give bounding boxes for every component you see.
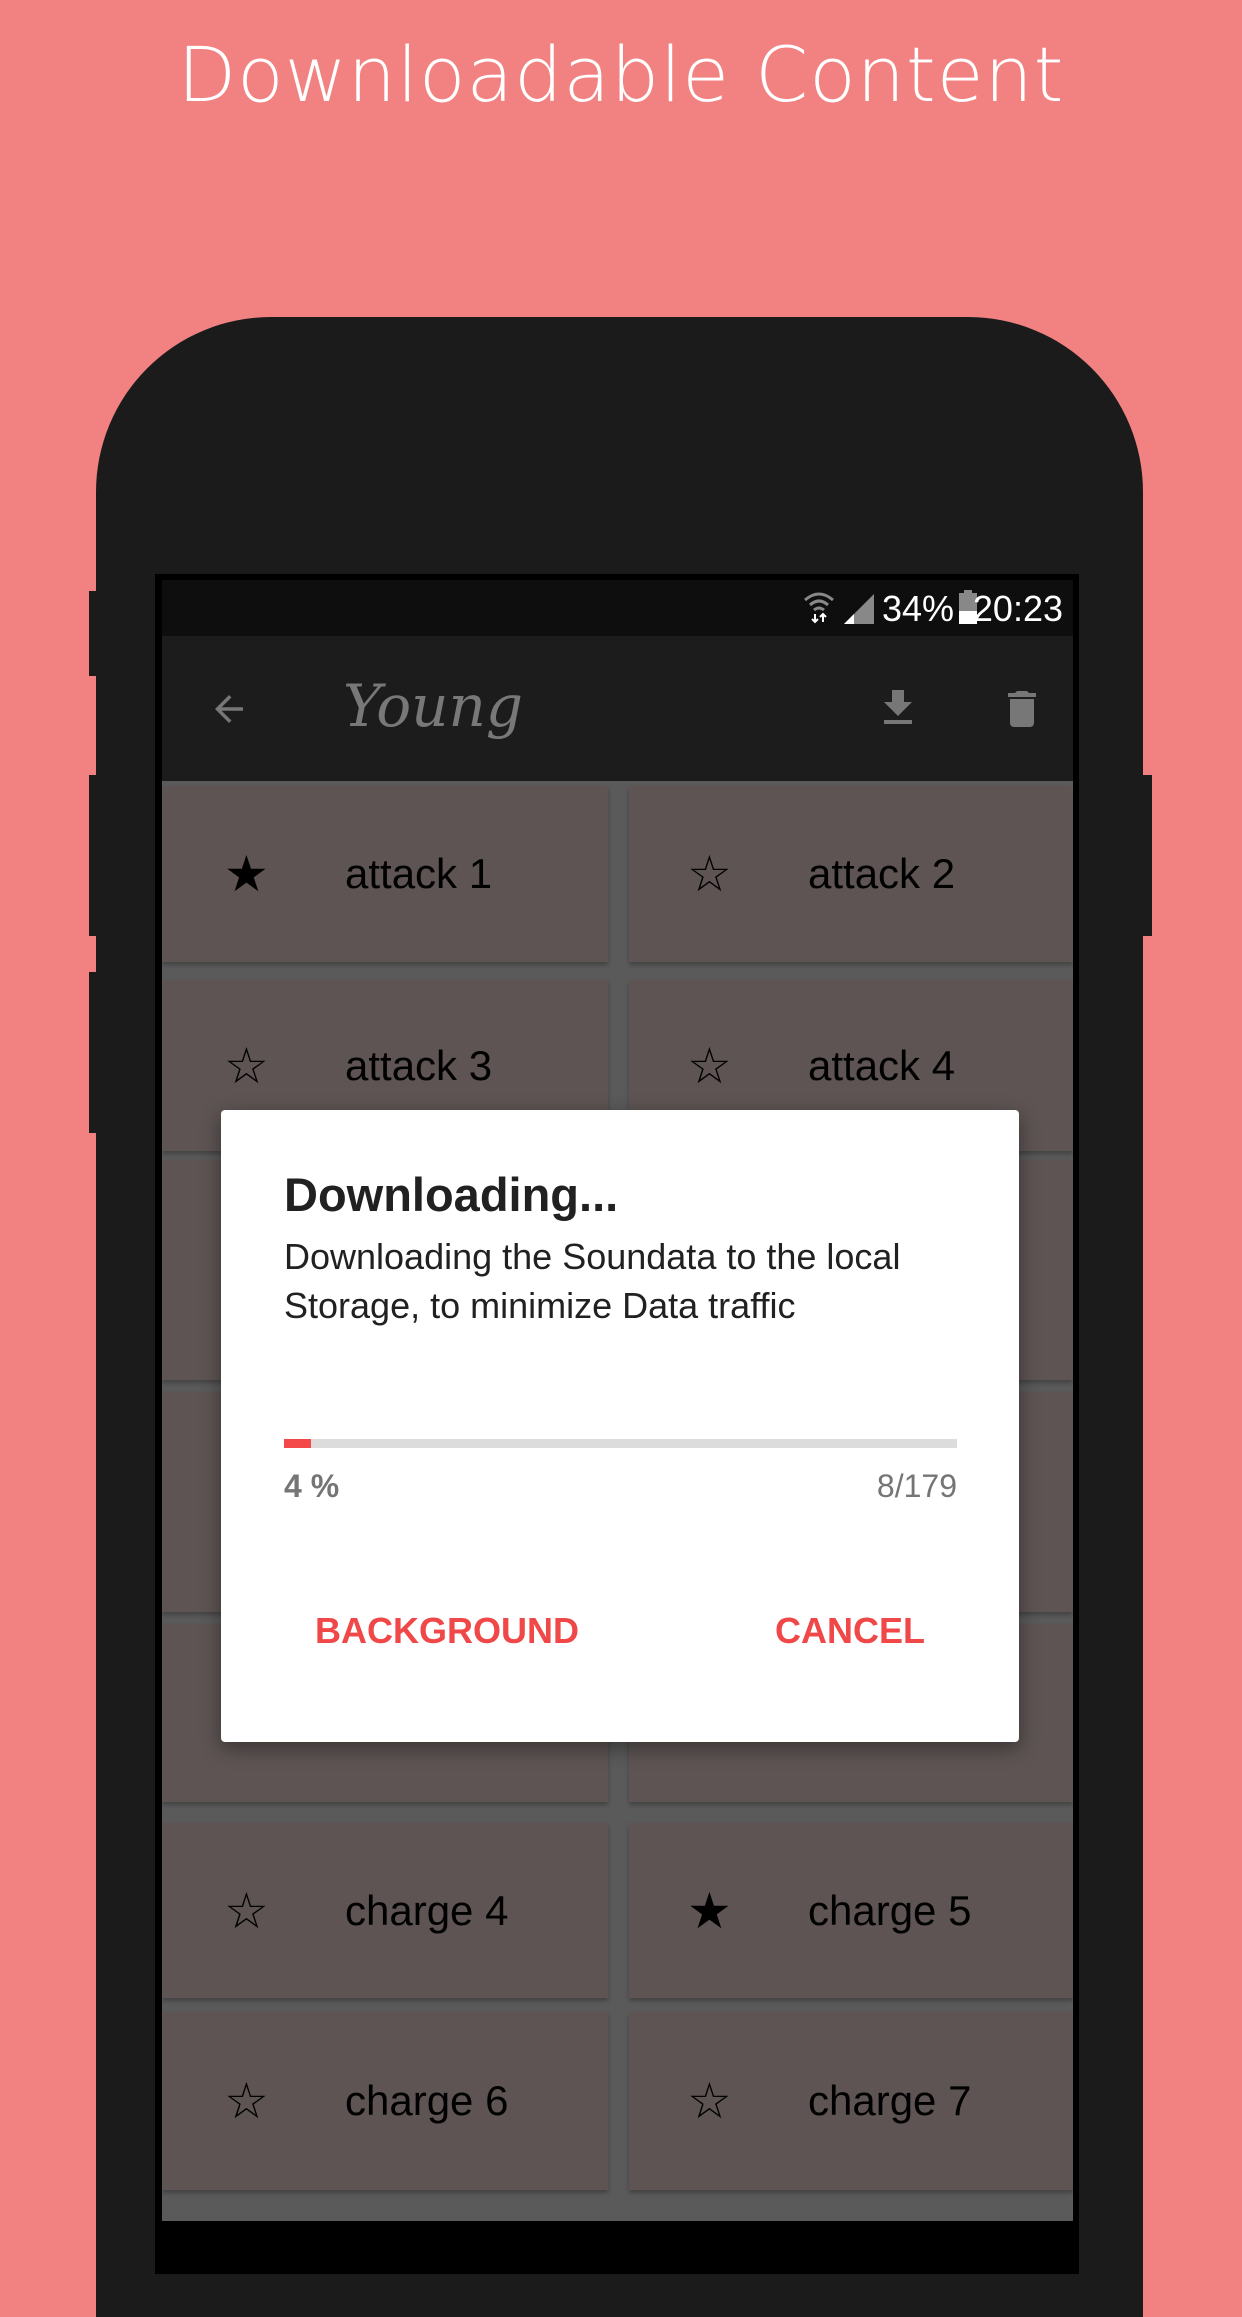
- progress-percent: 4 %: [284, 1468, 340, 1504]
- phone-side-button: [1142, 775, 1152, 936]
- battery-percent: 34%: [882, 588, 955, 629]
- signal-icon: [844, 594, 874, 624]
- star-outline-icon[interactable]: ☆: [224, 2076, 269, 2126]
- sound-label: attack 4: [808, 1041, 956, 1089]
- progress-bar: [284, 1439, 957, 1448]
- sound-cell[interactable]: ☆ charge 7: [629, 2012, 1073, 2190]
- headline: Downloadable Content: [177, 30, 1065, 119]
- star-outline-icon[interactable]: ☆: [687, 849, 732, 899]
- sound-cell[interactable]: ★ charge 5: [629, 1823, 1073, 1998]
- sound-label: charge 6: [345, 2077, 509, 2124]
- arrow-left-icon[interactable]: [208, 688, 250, 730]
- star-outline-icon[interactable]: ☆: [224, 1886, 269, 1936]
- wifi-icon: [804, 592, 834, 624]
- sound-cell[interactable]: ☆ charge 6: [162, 2012, 608, 2190]
- star-outline-icon[interactable]: ☆: [687, 1041, 732, 1091]
- star-filled-icon[interactable]: ★: [224, 849, 269, 899]
- sound-label: charge 4: [345, 1886, 509, 1934]
- sound-label: attack 2: [808, 850, 956, 897]
- clock: 20:23: [972, 588, 1063, 629]
- trash-icon[interactable]: [998, 684, 1046, 734]
- sound-label: attack 1: [345, 850, 493, 897]
- status-bar: 34% 20:23: [162, 580, 1073, 636]
- star-outline-icon[interactable]: ☆: [687, 2076, 732, 2126]
- dialog-title: Downloading...: [284, 1168, 619, 1221]
- background-button[interactable]: BACKGROUND: [315, 1610, 579, 1652]
- progress-fill: [284, 1439, 311, 1448]
- cancel-button[interactable]: CANCEL: [775, 1610, 925, 1652]
- progress-count: 8/179: [876, 1468, 957, 1504]
- star-filled-icon[interactable]: ★: [687, 1886, 732, 1936]
- phone-side-button: [89, 591, 97, 676]
- sound-label: charge 7: [808, 2077, 972, 2124]
- sound-label: attack 3: [345, 1041, 493, 1089]
- download-icon[interactable]: [874, 684, 922, 732]
- download-dialog: Downloading... Downloading the Soundata …: [221, 1110, 1019, 1742]
- dialog-message: Downloading the Soundata to the local St…: [284, 1236, 901, 1326]
- toolbar: Young: [162, 636, 1073, 781]
- sound-cell[interactable]: ☆ attack 2: [629, 786, 1073, 962]
- sound-label: charge 5: [808, 1886, 972, 1934]
- toolbar-title: Young: [343, 672, 524, 740]
- sound-cell[interactable]: ★ attack 1: [162, 786, 608, 962]
- phone-side-button: [89, 972, 97, 1133]
- star-outline-icon[interactable]: ☆: [224, 1041, 269, 1091]
- sound-cell[interactable]: ☆ charge 4: [162, 1823, 608, 1998]
- phone-side-button: [89, 775, 97, 936]
